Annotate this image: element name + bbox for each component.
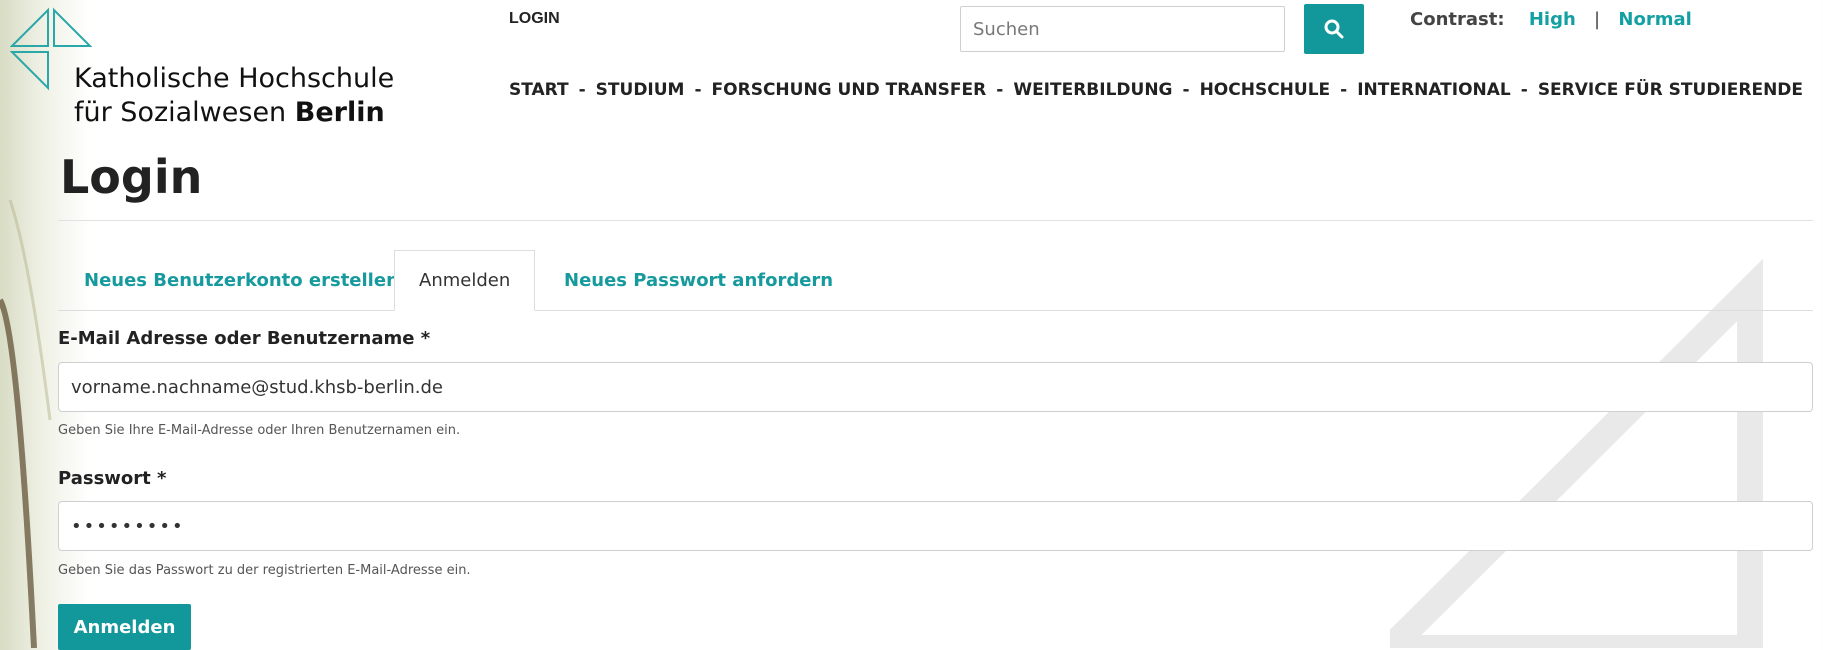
login-link[interactable]: LOGIN	[509, 10, 560, 28]
page: Katholische Hochschule für Sozialwesen B…	[0, 0, 1823, 650]
nav-separator: -	[694, 80, 702, 100]
university-logo[interactable]: Katholische Hochschule für Sozialwesen B…	[10, 6, 430, 128]
logo-text-line2: für Sozialwesen Berlin	[74, 97, 385, 128]
contrast-separator: |	[1594, 9, 1601, 30]
logo-text-prefix: für Sozialwesen	[74, 97, 295, 128]
contrast-high-link[interactable]: High	[1529, 9, 1576, 30]
search-icon	[1324, 19, 1344, 39]
title-divider	[58, 220, 1813, 221]
nav-item-start[interactable]: START	[509, 80, 569, 100]
tabs-divider	[58, 310, 1813, 311]
nav-item-forschung-und-transfer[interactable]: FORSCHUNG UND TRANSFER	[712, 80, 987, 100]
nav-item-weiterbildung[interactable]: WEITERBILDUNG	[1013, 80, 1172, 100]
tab-reset-password[interactable]: Neues Passwort anfordern	[564, 250, 833, 310]
nav-separator: -	[1340, 80, 1348, 100]
nav-separator: -	[578, 80, 586, 100]
tab-login[interactable]: Anmelden	[394, 250, 536, 311]
logo-text-line1: Katholische Hochschule	[74, 63, 395, 94]
nav-item-studium[interactable]: STUDIUM	[596, 80, 685, 100]
nav-separator: -	[996, 80, 1004, 100]
contrast-normal-link[interactable]: Normal	[1618, 9, 1691, 30]
main-navigation: START - STUDIUM - FORSCHUNG UND TRANSFER…	[509, 80, 1803, 100]
password-label: Passwort *	[58, 468, 167, 489]
nav-item-international[interactable]: INTERNATIONAL	[1357, 80, 1511, 100]
login-tabs: Neues Benutzerkonto erstellen Anmelden N…	[58, 250, 1813, 311]
nav-separator: -	[1520, 80, 1528, 100]
username-label: E-Mail Adresse oder Benutzername *	[58, 328, 431, 349]
password-help-text: Geben Sie das Passwort zu der registrier…	[58, 563, 471, 578]
contrast-switcher: Contrast: High | Normal	[1410, 9, 1692, 30]
password-field[interactable]	[58, 501, 1813, 551]
nav-item-service-fuer-studierende[interactable]: SERVICE FÜR STUDIERENDE	[1538, 80, 1803, 100]
nav-separator: -	[1182, 80, 1190, 100]
search-button[interactable]	[1304, 4, 1364, 54]
username-help-text: Geben Sie Ihre E-Mail-Adresse oder Ihren…	[58, 423, 461, 438]
search-input[interactable]	[960, 6, 1285, 52]
nav-item-hochschule[interactable]: HOCHSCHULE	[1200, 80, 1331, 100]
logo-text-bold: Berlin	[294, 97, 385, 128]
page-title: Login	[60, 150, 203, 204]
login-submit-button[interactable]: Anmelden	[58, 604, 191, 650]
username-field[interactable]	[58, 362, 1813, 412]
contrast-label: Contrast:	[1410, 9, 1505, 30]
tab-register[interactable]: Neues Benutzerkonto erstellen	[84, 250, 399, 310]
